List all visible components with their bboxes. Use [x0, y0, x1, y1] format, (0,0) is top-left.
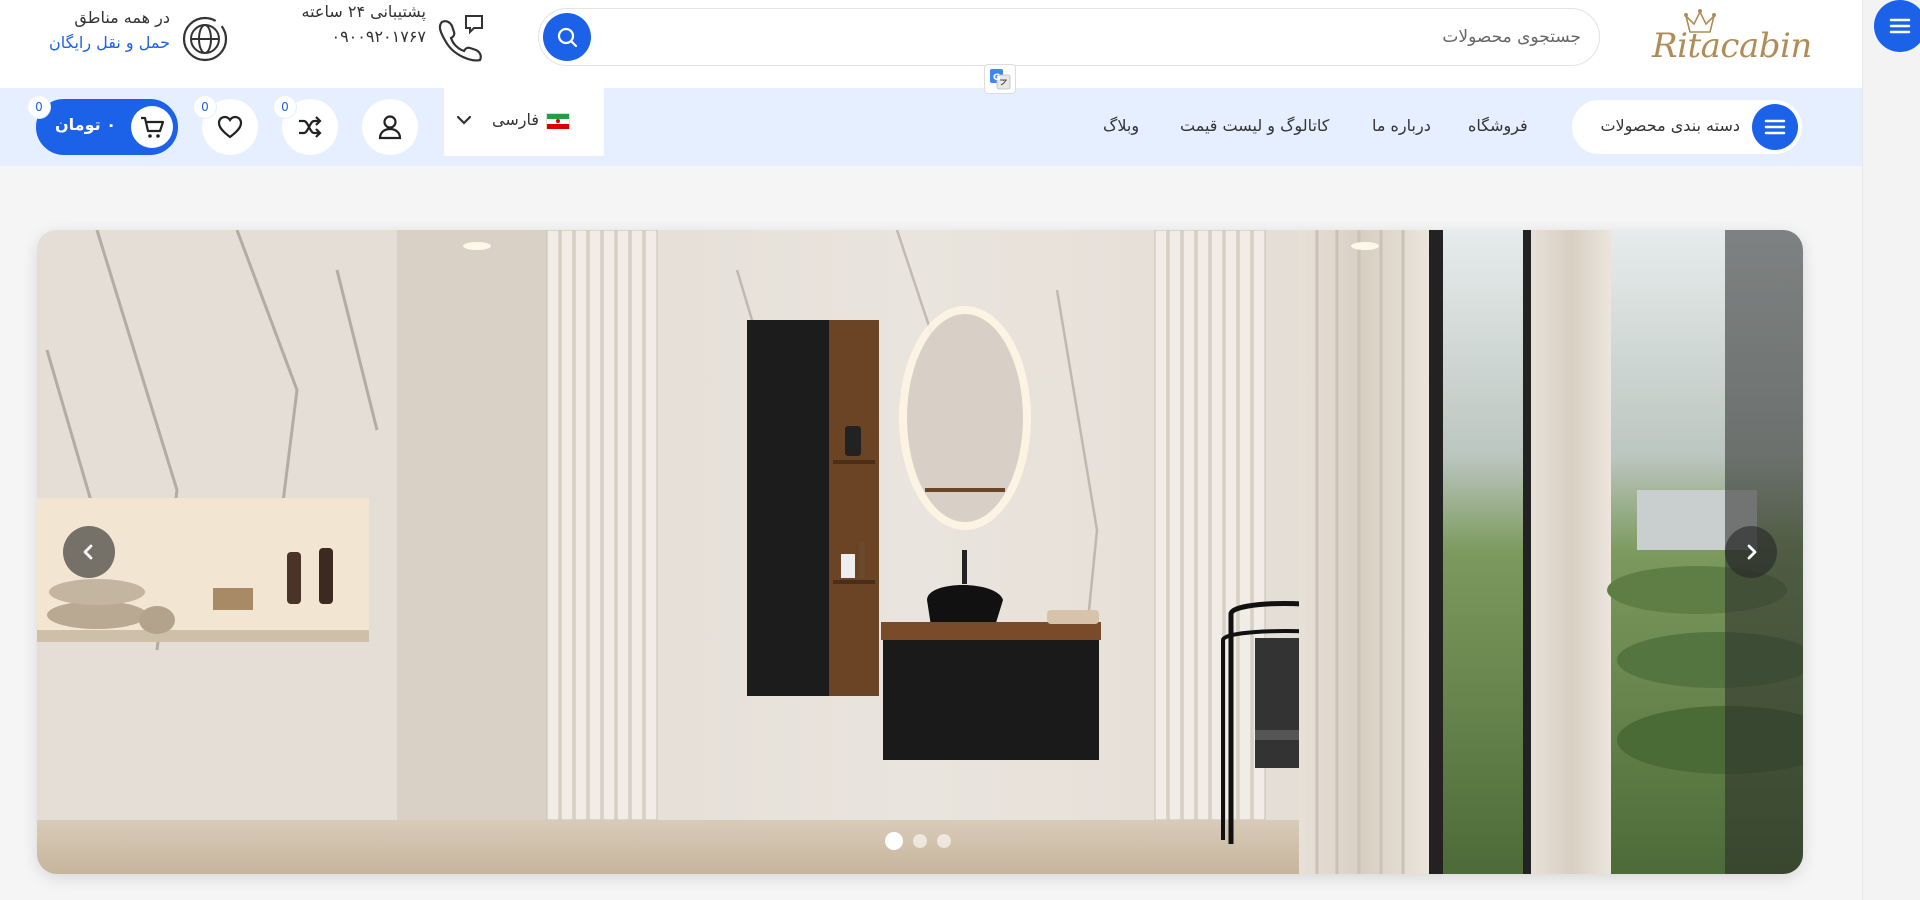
wishlist-count-badge: 0	[194, 96, 216, 118]
arrow-left-icon	[83, 544, 93, 560]
cart-count-badge: 0	[28, 96, 50, 118]
compare-count-badge: 0	[274, 96, 296, 118]
iran-flag-icon	[546, 113, 570, 129]
page: Ritacabin G پشتیبانی ۲۴ ساعته ۰۹۰۰۹۲۰۱۷	[0, 0, 1920, 900]
hamburger-icon	[1889, 18, 1911, 34]
slider-pagination	[885, 832, 951, 850]
google-translate-icon: G	[990, 69, 1011, 90]
cart-icon	[141, 116, 165, 138]
globe-icon	[180, 14, 230, 64]
cart-button[interactable]: ۰ تومان	[36, 99, 178, 155]
nav-link-catalog[interactable]: کاتالوگ و لیست قیمت	[1180, 116, 1329, 135]
categories-button[interactable]: دسته بندی محصولات	[1572, 100, 1802, 154]
support-title: پشتیبانی ۲۴ ساعته	[301, 2, 426, 21]
svg-text:G: G	[993, 73, 1000, 83]
slider-dot-2[interactable]	[913, 834, 927, 848]
header: Ritacabin G پشتیبانی ۲۴ ساعته ۰۹۰۰۹۲۰۱۷	[0, 0, 1862, 94]
account-button[interactable]	[362, 99, 418, 155]
nav-link-about[interactable]: درباره ما	[1372, 116, 1431, 135]
language-selector[interactable]: فارسی	[444, 88, 604, 156]
shuffle-icon	[299, 116, 322, 138]
support-phone-icon	[432, 12, 486, 62]
hamburger-icon	[1764, 119, 1786, 135]
chevron-down-icon	[456, 115, 472, 125]
search-button[interactable]	[543, 13, 591, 61]
slider-prev-button[interactable]	[63, 526, 115, 578]
side-panel	[1862, 0, 1920, 900]
main-nav: دسته بندی محصولات فروشگاه درباره ما کاتا…	[0, 88, 1862, 166]
arrow-right-icon	[1747, 544, 1757, 560]
slider-dot-1[interactable]	[885, 832, 903, 850]
search-bar	[538, 8, 1600, 66]
search-input[interactable]	[681, 9, 1581, 65]
language-label: فارسی	[492, 110, 539, 129]
support-info: پشتیبانی ۲۴ ساعته ۰۹۰۰۹۲۰۱۷۶۷	[240, 2, 426, 46]
slider-dot-3[interactable]	[937, 834, 951, 848]
hero-banner-image	[37, 230, 1803, 874]
cart-icon-wrap	[131, 106, 173, 148]
nav-link-shop[interactable]: فروشگاه	[1468, 116, 1528, 135]
categories-label: دسته بندی محصولات	[1600, 116, 1740, 135]
google-translate-button[interactable]: G	[984, 64, 1016, 94]
delivery-title: در همه مناطق	[74, 8, 170, 27]
heart-icon	[217, 115, 243, 139]
hero-slider	[37, 230, 1803, 874]
slider-next-button[interactable]	[1725, 526, 1777, 578]
user-icon	[378, 115, 402, 140]
categories-hamburger	[1752, 104, 1798, 150]
support-phone[interactable]: ۰۹۰۰۹۲۰۱۷۶۷	[240, 27, 426, 46]
delivery-subtitle: حمل و نقل رایگان	[49, 33, 170, 52]
side-menu-button[interactable]	[1874, 0, 1920, 52]
delivery-info: در همه مناطق حمل و نقل رایگان	[20, 8, 170, 52]
cart-total: ۰ تومان	[55, 115, 116, 134]
nav-link-blog[interactable]: وبلاگ	[1103, 116, 1139, 135]
logo-text: Ritacabin	[1652, 26, 1812, 66]
search-icon	[557, 27, 578, 48]
